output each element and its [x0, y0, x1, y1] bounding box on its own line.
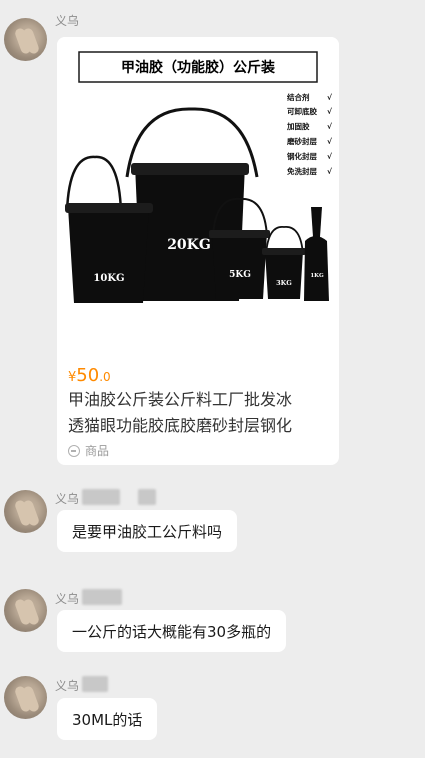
product-icon [68, 444, 80, 457]
avatar[interactable] [4, 18, 47, 61]
card-footer: 商品 [68, 442, 109, 459]
message-text: 一公斤的话大概能有30多瓶的 [72, 622, 272, 641]
product-title-line: 甲油胶公斤装公斤料工厂批发冰 [68, 390, 293, 409]
feature-label: 免洗封层 [287, 166, 317, 176]
sender-name: 义乌 [55, 14, 80, 28]
redacted-name [82, 589, 122, 605]
check-icon: √ [327, 137, 333, 146]
avatar[interactable] [4, 676, 47, 719]
currency-symbol: ¥ [68, 370, 77, 385]
price-integer: 50 [76, 365, 100, 386]
bucket-label: 20KG [167, 237, 211, 253]
avatar[interactable] [4, 490, 47, 533]
redacted-name [82, 489, 120, 505]
product-title: 甲油胶公斤装公斤料工厂批发冰 透猫眼功能胶底胶磨砂封层钢化 [68, 387, 332, 439]
redacted-name [82, 676, 108, 692]
check-icon: √ [327, 152, 333, 161]
redacted-name [138, 489, 156, 505]
sender-name: 义乌 [55, 492, 80, 506]
sender-name: 义乌 [55, 679, 80, 693]
bucket-label: 1KG [310, 273, 324, 279]
feature-label: 可卸底胶 [287, 106, 317, 116]
card-type-label: 商品 [85, 444, 110, 458]
check-icon: √ [327, 107, 333, 116]
message-bubble[interactable]: 一公斤的话大概能有30多瓶的 [57, 610, 287, 652]
check-icon: √ [327, 93, 333, 102]
product-card[interactable]: 甲油胶（功能胶）公斤装 结合剂 可卸底胶 加固胶 磨砂封层 钢化封层 免洗封层 … [57, 37, 339, 465]
feature-label: 磨砂封层 [286, 136, 317, 146]
check-icon: √ [327, 122, 333, 131]
check-icon: √ [327, 167, 333, 176]
message-text: 是要甲油胶工公斤料吗 [72, 522, 223, 541]
product-price: ¥ 50 .0 [68, 365, 111, 386]
product-title-line: 透猫眼功能胶底胶磨砂封层钢化 [68, 416, 293, 435]
message-text: 30ML的话 [72, 710, 143, 729]
feature-label: 加固胶 [286, 121, 310, 131]
bucket-label: 5KG [229, 270, 251, 280]
message-bubble[interactable]: 30ML的话 [57, 698, 158, 740]
banner-title: 甲油胶（功能胶）公斤装 [121, 59, 276, 76]
feature-label: 结合剂 [287, 92, 310, 102]
bucket-label: 10KG [93, 273, 124, 284]
avatar[interactable] [4, 589, 47, 632]
feature-label: 钢化封层 [287, 151, 317, 161]
bucket-label: 3KG [276, 279, 292, 287]
message-bubble[interactable]: 是要甲油胶工公斤料吗 [57, 510, 238, 552]
price-decimal: .0 [99, 370, 111, 384]
product-image: 甲油胶（功能胶）公斤装 结合剂 可卸底胶 加固胶 磨砂封层 钢化封层 免洗封层 … [57, 37, 339, 357]
sender-name: 义乌 [55, 592, 80, 606]
